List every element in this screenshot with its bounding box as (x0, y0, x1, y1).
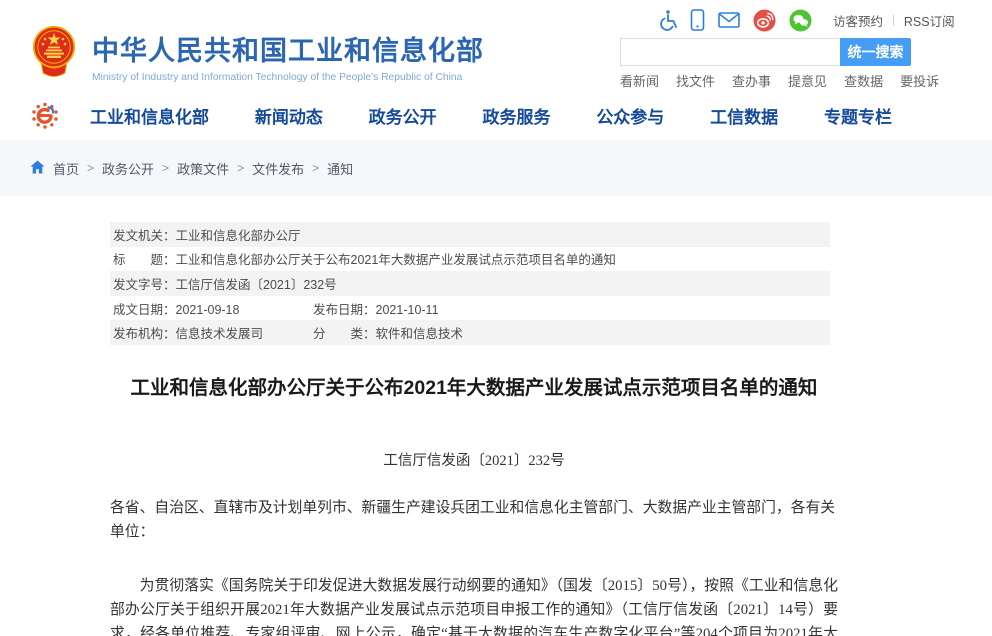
home-icon[interactable] (30, 160, 45, 177)
breadcrumb-separator: > (87, 161, 94, 175)
meta-value: 工业和信息化部办公厅 (176, 229, 301, 243)
wechat-icon[interactable] (789, 9, 812, 32)
meta-value: 软件和信息技术 (376, 327, 464, 341)
meta-value: 工信厅信发函〔2021〕232号 (176, 278, 337, 292)
breadcrumb-separator: > (162, 161, 169, 175)
meta-label: 分 类： (313, 327, 376, 341)
quick-link-services[interactable]: 查办事 (732, 71, 771, 90)
site-brand: 中华人民共和国工业和信息化部 Ministry of Industry and … (92, 29, 484, 83)
document-content: 发文机关：工业和信息化部办公厅 标 题：工业和信息化部办公厅关于公布2021年大… (110, 222, 838, 636)
meta-row-dates: 成文日期：2021-09-18 发布日期：2021-10-11 (110, 296, 830, 321)
search-button[interactable]: 统一搜索 (840, 38, 911, 66)
meta-row-title: 标 题：工业和信息化部办公厅关于公布2021年大数据产业发展试点示范项目名单的通… (110, 247, 830, 272)
breadcrumb: 首页 > 政务公开 > 政策文件 > 文件发布 > 通知 (0, 140, 992, 196)
site-header: 中华人民共和国工业和信息化部 Ministry of Industry and … (0, 0, 992, 90)
search-input[interactable] (620, 38, 840, 66)
header-utility-bar: 访客预约 | RSS订阅 (658, 8, 955, 32)
main-nav: 工业和信息化部 新闻动态 政务公开 政务服务 公众参与 工信数据 专题专栏 (0, 90, 992, 140)
meta-label: 发文字号： (113, 278, 176, 292)
meta-label: 发布机构： (113, 327, 176, 341)
article-body: 各省、自治区、直辖市及计划单列市、新疆生产建设兵团工业和信息化主管部门、大数据产… (110, 496, 838, 636)
meta-label: 标 题： (113, 253, 176, 267)
breadcrumb-policy-files[interactable]: 政策文件 (177, 159, 229, 178)
quick-link-files[interactable]: 找文件 (676, 71, 715, 90)
email-icon[interactable] (718, 12, 740, 28)
nav-item-gov-services[interactable]: 政务服务 (482, 103, 550, 128)
meta-row-doc-number: 发文字号：工信厅信发函〔2021〕232号 (110, 271, 830, 296)
meta-label: 成文日期： (113, 303, 176, 317)
miit-gear-logo-icon[interactable] (30, 101, 60, 136)
breadcrumb-gov-disclosure[interactable]: 政务公开 (102, 159, 154, 178)
nav-items: 工业和信息化部 新闻动态 政务公开 政务服务 公众参与 工信数据 专题专栏 (90, 90, 892, 140)
nav-item-miit-data[interactable]: 工信数据 (710, 103, 778, 128)
header-text-links: 访客预约 | RSS订阅 (833, 11, 955, 30)
meta-value: 2021-09-18 (176, 303, 240, 317)
quick-links: 看新闻 找文件 查办事 提意见 查数据 要投诉 (620, 71, 939, 90)
unified-search: 统一搜索 (620, 38, 911, 66)
breadcrumb-notice: 通知 (327, 159, 353, 178)
quick-link-complaints[interactable]: 要投诉 (900, 71, 939, 90)
quick-link-suggestions[interactable]: 提意见 (788, 71, 827, 90)
mobile-icon[interactable] (690, 9, 705, 31)
meta-value: 2021-10-11 (376, 303, 439, 317)
article-doc-number: 工信厅信发函〔2021〕232号 (110, 449, 838, 470)
quick-link-data[interactable]: 查数据 (844, 71, 883, 90)
breadcrumb-separator: > (312, 161, 319, 175)
nav-item-special-topics[interactable]: 专题专栏 (824, 103, 892, 128)
accessibility-icon[interactable] (658, 9, 677, 31)
breadcrumb-file-release[interactable]: 文件发布 (252, 159, 304, 178)
meta-row-publisher-category: 发布机构：信息技术发展司 分 类：软件和信息技术 (110, 320, 830, 345)
rss-subscribe-link[interactable]: RSS订阅 (904, 11, 955, 30)
meta-label: 发布日期： (313, 303, 376, 317)
nav-item-home[interactable]: 工业和信息化部 (90, 103, 209, 128)
article-paragraph: 为贯彻落实《国务院关于印发促进大数据发展行动纲要的通知》（国发〔2015〕50号… (110, 574, 838, 636)
visitor-appointment-link[interactable]: 访客预约 (833, 11, 883, 30)
nav-item-gov-disclosure[interactable]: 政务公开 (369, 103, 437, 128)
link-divider: | (892, 14, 895, 26)
nav-item-public-participation[interactable]: 公众参与 (596, 103, 664, 128)
meta-value: 工业和信息化部办公厅关于公布2021年大数据产业发展试点示范项目名单的通知 (176, 253, 616, 267)
meta-label: 发文机关： (113, 229, 176, 243)
national-emblem (30, 24, 78, 83)
nav-item-news[interactable]: 新闻动态 (255, 103, 323, 128)
ministry-name-cn: 中华人民共和国工业和信息化部 (92, 29, 484, 68)
meta-row-issuing-office: 发文机关：工业和信息化部办公厅 (110, 222, 830, 247)
weibo-icon[interactable] (753, 9, 776, 32)
meta-value: 信息技术发展司 (176, 327, 264, 341)
article-title: 工业和信息化部办公厅关于公布2021年大数据产业发展试点示范项目名单的通知 (110, 375, 838, 401)
breadcrumb-home[interactable]: 首页 (53, 159, 79, 178)
document-meta-table: 发文机关：工业和信息化部办公厅 标 题：工业和信息化部办公厅关于公布2021年大… (110, 222, 830, 345)
article-salutation: 各省、自治区、直辖市及计划单列市、新疆生产建设兵团工业和信息化主管部门、大数据产… (110, 496, 838, 544)
quick-link-news[interactable]: 看新闻 (620, 71, 659, 90)
breadcrumb-separator: > (237, 161, 244, 175)
ministry-name-en: Ministry of Industry and Information Tec… (92, 72, 484, 83)
